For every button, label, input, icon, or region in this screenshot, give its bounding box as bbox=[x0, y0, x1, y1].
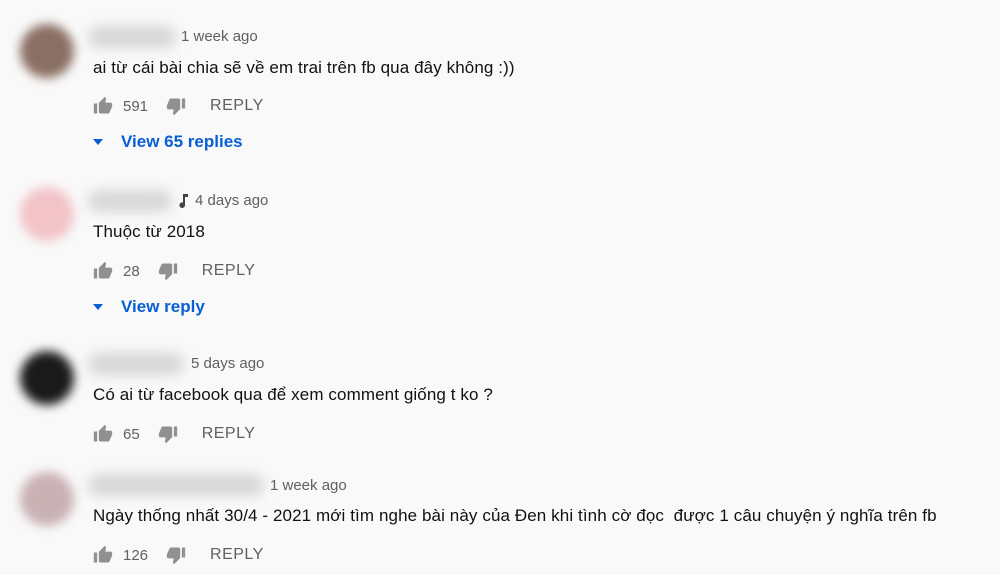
comment-actions: 65 REPLY bbox=[93, 422, 255, 446]
like-count: 28 bbox=[123, 262, 140, 280]
comment-text: ai từ cái bài chia sẽ về em trai trên fb… bbox=[93, 58, 515, 77]
reply-button[interactable]: REPLY bbox=[202, 262, 256, 280]
comment-meta: 1 week ago bbox=[270, 477, 347, 494]
view-replies-label: View reply bbox=[121, 297, 205, 316]
comment-actions: 126 REPLY bbox=[93, 543, 264, 567]
music-note-icon bbox=[179, 193, 188, 208]
reply-button[interactable]: REPLY bbox=[202, 425, 256, 443]
avatar[interactable] bbox=[20, 24, 74, 78]
avatar[interactable] bbox=[20, 351, 74, 405]
thumbs-up-icon[interactable] bbox=[93, 545, 113, 565]
caret-down-icon bbox=[93, 304, 103, 310]
thumbs-down-icon[interactable] bbox=[166, 96, 186, 116]
comment-text: Ngày thống nhất 30/4 - 2021 mới tìm nghe… bbox=[93, 506, 937, 525]
comment-actions: 591 REPLY bbox=[93, 94, 264, 118]
avatar[interactable] bbox=[20, 187, 74, 241]
thumbs-up-icon[interactable] bbox=[93, 96, 113, 116]
comment-meta: 5 days ago bbox=[191, 355, 264, 372]
view-replies-button[interactable]: View 65 replies bbox=[93, 132, 243, 152]
comment-actions: 28 REPLY bbox=[93, 259, 255, 283]
author-name-blurred[interactable] bbox=[88, 474, 264, 496]
thumbs-up-icon[interactable] bbox=[93, 424, 113, 444]
reply-button[interactable]: REPLY bbox=[210, 546, 264, 564]
comment-timestamp[interactable]: 5 days ago bbox=[191, 355, 264, 372]
comment-text: Thuộc từ 2018 bbox=[93, 222, 205, 241]
caret-down-icon bbox=[93, 139, 103, 145]
author-name-blurred[interactable] bbox=[88, 190, 172, 212]
like-count: 591 bbox=[123, 97, 149, 115]
comment-meta: 1 week ago bbox=[181, 28, 258, 45]
comment-timestamp[interactable]: 1 week ago bbox=[270, 477, 347, 494]
comment-timestamp[interactable]: 4 days ago bbox=[195, 192, 268, 209]
comment-meta: 4 days ago bbox=[177, 192, 268, 209]
view-replies-button[interactable]: View reply bbox=[93, 297, 205, 317]
author-name-blurred[interactable] bbox=[88, 353, 184, 375]
like-count: 65 bbox=[123, 425, 140, 443]
thumbs-up-icon[interactable] bbox=[93, 261, 113, 281]
thumbs-down-icon[interactable] bbox=[158, 261, 178, 281]
like-count: 126 bbox=[123, 546, 149, 564]
avatar[interactable] bbox=[20, 472, 74, 526]
thumbs-down-icon[interactable] bbox=[158, 424, 178, 444]
thumbs-down-icon[interactable] bbox=[166, 545, 186, 565]
view-replies-label: View 65 replies bbox=[121, 132, 243, 151]
comment-timestamp[interactable]: 1 week ago bbox=[181, 28, 258, 45]
author-name-blurred[interactable] bbox=[88, 26, 176, 48]
comment-text: Có ai từ facebook qua để xem comment giố… bbox=[93, 385, 493, 404]
reply-button[interactable]: REPLY bbox=[210, 97, 264, 115]
